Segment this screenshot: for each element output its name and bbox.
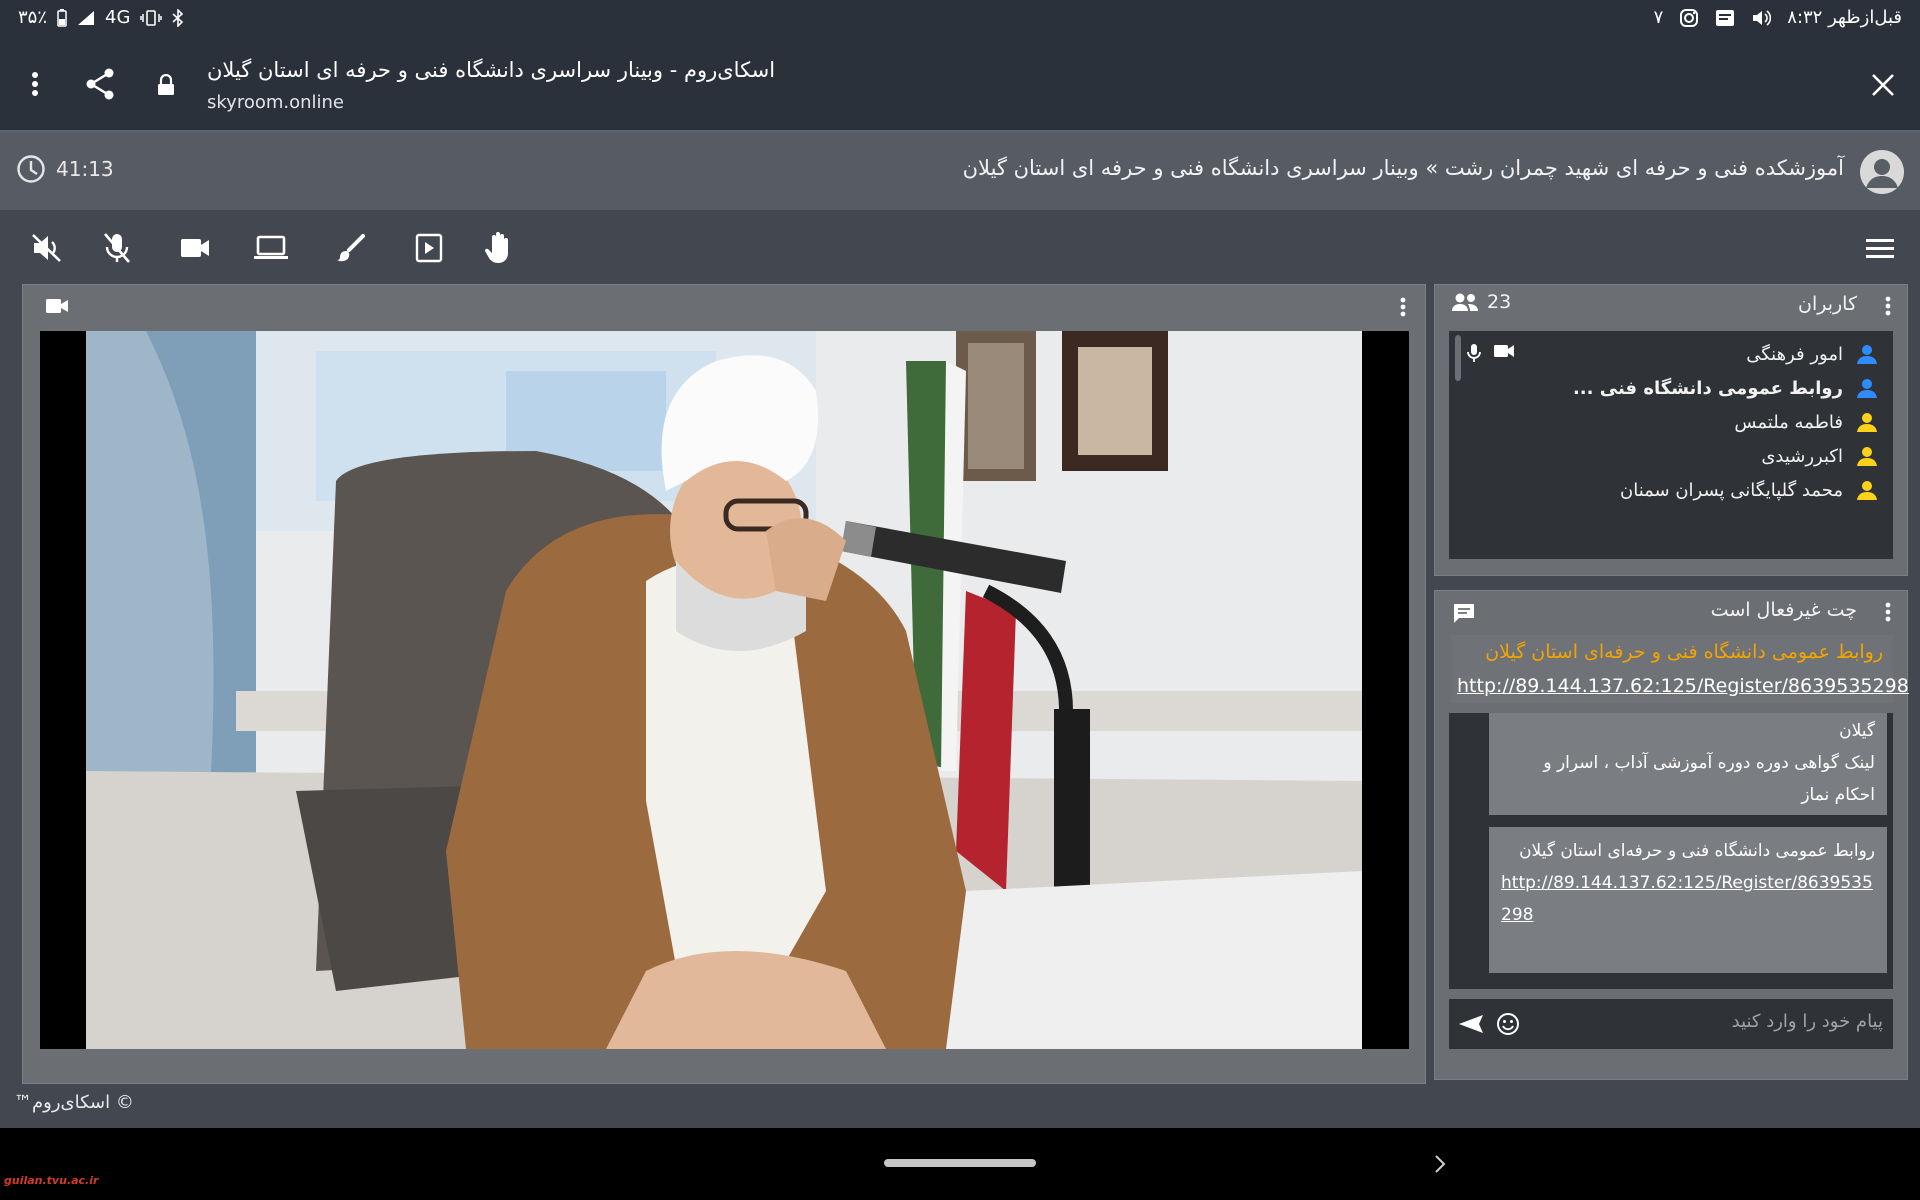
battery-percent: ۳۵٪ bbox=[18, 7, 48, 28]
session-timer: 41:13 bbox=[16, 154, 114, 184]
chevron-right-icon[interactable] bbox=[1430, 1152, 1450, 1176]
url-host[interactable]: skyroom.online bbox=[207, 92, 344, 113]
list-item[interactable]: محمد گلپایگانی پسران سمنان bbox=[1449, 469, 1893, 511]
user-name: امور فرهنگی bbox=[1746, 343, 1843, 365]
battery-icon bbox=[57, 8, 67, 27]
users-list: امور فرهنگی روابط عمومی دانشگاه فنی ... … bbox=[1449, 331, 1893, 559]
video-camera-icon bbox=[43, 295, 71, 317]
status-bar-right: ۷ ۸:۳۲ قبل‌ازظهر bbox=[1654, 7, 1902, 28]
hamburger-menu-icon[interactable] bbox=[1864, 234, 1896, 262]
copyright: © اسکای‌روم™ bbox=[14, 1092, 134, 1113]
speaker-video bbox=[86, 331, 1362, 1049]
mic-icon bbox=[1467, 343, 1481, 367]
chat-messages: گیلان لینک گواهی دوره دوره آموزشی آداب ،… bbox=[1449, 713, 1893, 989]
people-icon bbox=[1451, 292, 1479, 312]
timer-value: 41:13 bbox=[56, 157, 114, 181]
mic-muted-icon[interactable] bbox=[98, 230, 136, 266]
breadcrumb: آموزشکده فنی و حرفه ای شهید چمران رشت » … bbox=[962, 156, 1844, 180]
browser-chrome: ۳۵٪ 4G ۷ ۸: bbox=[0, 0, 1920, 132]
skyroom-page: 41:13 آموزشکده فنی و حرفه ای شهید چمران … bbox=[0, 132, 1920, 1128]
users-panel-title: کاربران bbox=[1797, 293, 1857, 315]
signal-icon bbox=[77, 10, 95, 26]
video-more-icon[interactable] bbox=[1397, 295, 1409, 319]
pinned-link[interactable]: http://89.144.137.62:125/Register/863953… bbox=[1457, 675, 1909, 697]
user-media bbox=[1467, 343, 1515, 367]
navigation-bar: guilan.tvu.ac.ir bbox=[0, 1128, 1920, 1200]
message-icon bbox=[1715, 9, 1735, 27]
emoji-icon[interactable] bbox=[1495, 1011, 1521, 1037]
clock-icon bbox=[16, 154, 46, 184]
instagram-icon bbox=[1679, 8, 1699, 28]
user-icon bbox=[1855, 376, 1879, 400]
room-header: 41:13 آموزشکده فنی و حرفه ای شهید چمران … bbox=[0, 132, 1920, 210]
lock-icon bbox=[154, 70, 178, 100]
chat-message: گیلان لینک گواهی دوره دوره آموزشی آداب ،… bbox=[1489, 713, 1887, 815]
bluetooth-icon bbox=[172, 8, 184, 27]
video-panel bbox=[22, 284, 1426, 1084]
network-type: 4G bbox=[105, 7, 131, 28]
chat-icon bbox=[1451, 601, 1477, 625]
speaker-video-illustration bbox=[86, 331, 1362, 1049]
message-line: روابط عمومی دانشگاه فنی و حرفه‌ای استان … bbox=[1519, 841, 1875, 861]
camera-icon bbox=[1493, 343, 1515, 367]
user-icon bbox=[1855, 478, 1879, 502]
volume-icon bbox=[1751, 9, 1772, 27]
user-name: محمد گلپایگانی پسران سمنان bbox=[1619, 479, 1843, 501]
camera-icon[interactable] bbox=[176, 230, 214, 266]
status-bar: ۳۵٪ 4G ۷ ۸: bbox=[0, 0, 1920, 36]
room-toolbar bbox=[0, 210, 1920, 284]
video-frame[interactable] bbox=[40, 331, 1409, 1049]
whiteboard-brush-icon[interactable] bbox=[332, 230, 370, 266]
user-name: اکبررشیدی bbox=[1761, 445, 1843, 467]
chat-more-icon[interactable] bbox=[1883, 601, 1893, 623]
user-name: فاطمه ملتمس bbox=[1734, 411, 1843, 433]
avatar[interactable] bbox=[1860, 150, 1904, 194]
chat-input-placeholder: پیام خود را وارد کنید bbox=[1731, 1011, 1883, 1032]
pinned-message: روابط عمومی دانشگاه فنی و حرفه‌ای استان … bbox=[1451, 635, 1909, 703]
message-line: گیلان bbox=[1839, 721, 1875, 741]
users-count: 23 bbox=[1451, 291, 1511, 313]
send-icon[interactable] bbox=[1457, 1011, 1485, 1037]
user-icon bbox=[1855, 444, 1879, 468]
pinned-sender: روابط عمومی دانشگاه فنی و حرفه‌ای استان … bbox=[1485, 641, 1883, 663]
chat-panel: چت غیرفعال است روابط عمومی دانشگاه فنی و… bbox=[1434, 590, 1909, 1080]
share-icon[interactable] bbox=[82, 66, 118, 102]
user-icon bbox=[1855, 410, 1879, 434]
raise-hand-icon[interactable] bbox=[480, 230, 518, 266]
more-vert-icon[interactable] bbox=[20, 64, 50, 104]
notification-count: ۷ bbox=[1653, 7, 1664, 28]
home-gesture-bar[interactable] bbox=[884, 1159, 1036, 1167]
user-name: روابط عمومی دانشگاه فنی ... bbox=[1572, 377, 1843, 399]
message-line: لینک گواهی دوره دوره آموزشی آداب ، اسرار… bbox=[1543, 753, 1875, 805]
vibrate-icon bbox=[140, 9, 163, 26]
status-bar-left: ۳۵٪ 4G bbox=[18, 7, 184, 28]
message-link[interactable]: http://89.144.137.62:125/Register/863953… bbox=[1501, 867, 1875, 931]
media-play-icon[interactable] bbox=[410, 230, 448, 266]
url-bar: اسکای‌روم - وبینار سراسری دانشگاه فنی و … bbox=[0, 40, 1920, 130]
close-icon[interactable] bbox=[1866, 68, 1900, 102]
watermark: guilan.tvu.ac.ir bbox=[4, 1174, 99, 1187]
clock: ۸:۳۲ قبل‌ازظهر bbox=[1787, 7, 1902, 28]
chat-message: روابط عمومی دانشگاه فنی و حرفه‌ای استان … bbox=[1489, 827, 1887, 973]
users-more-icon[interactable] bbox=[1883, 295, 1893, 317]
page-title: اسکای‌روم - وبینار سراسری دانشگاه فنی و … bbox=[207, 58, 776, 82]
screen-share-icon[interactable] bbox=[252, 230, 290, 266]
chat-input[interactable]: پیام خود را وارد کنید bbox=[1449, 999, 1893, 1049]
users-count-value: 23 bbox=[1487, 291, 1512, 313]
chat-panel-title: چت غیرفعال است bbox=[1710, 599, 1857, 621]
users-panel: 23 کاربران امور فرهنگی روابط عمومی دانشگ… bbox=[1434, 284, 1908, 576]
user-icon bbox=[1855, 342, 1879, 366]
speaker-muted-icon[interactable] bbox=[28, 230, 66, 266]
